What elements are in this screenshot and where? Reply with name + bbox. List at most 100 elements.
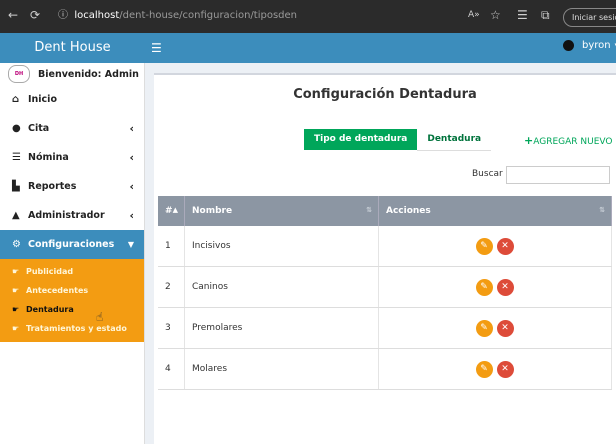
welcome-text: Bienvenido: Admin — [38, 68, 139, 80]
teeth-table: # ▲ Nombre ⇅ Acciones ⇅ 1 Incisivos ✎ ✕ 2 Ca… — [158, 196, 612, 390]
table-row: 4 Molares ✎ ✕ — [158, 348, 612, 390]
table-row: 2 Caninos ✎ ✕ — [158, 266, 612, 308]
sort-icon: ⇅ — [366, 206, 372, 214]
info-icon: ⓘ — [58, 10, 68, 21]
sidebar-item-cita[interactable]: ● Cita ‹ — [0, 114, 144, 143]
favorite-icon[interactable]: ☆ — [490, 8, 501, 22]
chevron-left-icon: ‹ — [129, 180, 134, 193]
row-actions: ✎ ✕ — [378, 266, 612, 308]
row-actions: ✎ ✕ — [378, 348, 612, 390]
back-arrow-icon[interactable]: ← — [8, 8, 18, 22]
submenu-item-label: Dentadura — [26, 305, 74, 314]
column-header-acciones[interactable]: Acciones ⇅ — [378, 196, 612, 226]
submenu-item-label: Publicidad — [26, 267, 74, 276]
sidebar-item-label: Nómina — [28, 152, 69, 163]
reload-icon[interactable]: ⟳ — [30, 8, 40, 22]
delete-button[interactable]: ✕ — [496, 360, 514, 378]
delete-button[interactable]: ✕ — [496, 278, 514, 296]
row-name: Molares — [184, 348, 379, 390]
row-number: 3 — [158, 307, 185, 349]
row-name: Premolares — [184, 307, 379, 349]
mouse-cursor-icon: ☝ — [96, 310, 104, 324]
chevron-left-icon: ‹ — [129, 209, 134, 222]
table-row: 3 Premolares ✎ ✕ — [158, 307, 612, 349]
sidebar-item-label: Cita — [28, 123, 50, 134]
sidebar-item-label: Inicio — [28, 94, 57, 105]
url-host: localhost — [74, 10, 120, 21]
home-icon: ⌂ — [12, 94, 20, 105]
collections-icon[interactable]: ⧉ — [541, 8, 550, 23]
favorites-list-icon[interactable]: ☰ — [517, 8, 528, 22]
main-content: Configuración Dentadura Tipo de dentadur… — [145, 63, 616, 446]
submenu-item-tratamientos[interactable]: ☛ Tratamientos y estado — [0, 319, 144, 338]
edit-button[interactable]: ✎ — [475, 319, 493, 337]
submenu-item-publicidad[interactable]: ☛ Publicidad — [0, 262, 144, 281]
user-menu[interactable]: byron ▼ — [562, 40, 616, 51]
sidebar-item-nomina[interactable]: ☰ Nómina ‹ — [0, 143, 144, 172]
delete-button[interactable]: ✕ — [496, 237, 514, 255]
row-actions: ✎ ✕ — [378, 226, 612, 267]
hand-pointer-icon: ☛ — [12, 286, 20, 295]
brand-logo[interactable]: Dent House — [0, 33, 145, 63]
row-number: 2 — [158, 266, 185, 308]
sidebar-item-label: Configuraciones — [28, 239, 115, 250]
user-avatar-icon — [562, 40, 574, 51]
hand-pointer-icon: ☛ — [12, 324, 20, 333]
edit-button[interactable]: ✎ — [475, 237, 493, 255]
sidebar-welcome: DH Bienvenido: Admin — [0, 63, 144, 85]
delete-button[interactable]: ✕ — [496, 319, 514, 337]
add-new-label: AGREGAR NUEVO — [533, 137, 613, 147]
gears-icon: ⚙ — [12, 239, 21, 250]
sidebar-item-inicio[interactable]: ⌂ Inicio — [0, 85, 144, 114]
clock-icon: ● — [12, 123, 21, 134]
sidebar: DH Bienvenido: Admin ⌂ Inicio ● Cita ‹ ☰… — [0, 63, 145, 444]
read-aloud-icon[interactable]: A» — [468, 10, 480, 20]
column-header-number[interactable]: # ▲ — [158, 196, 185, 226]
sort-asc-icon: ▲ — [172, 206, 178, 214]
sidebar-item-reportes[interactable]: ▙ Reportes ‹ — [0, 172, 144, 201]
page-title: Configuración Dentadura — [293, 87, 477, 102]
address-bar[interactable]: ⓘ localhost/dent-house/configuracion/tip… — [58, 6, 514, 26]
add-new-button[interactable]: +AGREGAR NUEVO — [524, 134, 612, 147]
user-name: byron — [581, 40, 611, 51]
search-label: Buscar — [472, 169, 503, 179]
signin-button[interactable]: Iniciar sesión — [563, 8, 616, 27]
edit-button[interactable]: ✎ — [475, 278, 493, 296]
submenu-item-label: Tratamientos y estado — [26, 324, 127, 333]
configuraciones-submenu: ☛ Publicidad ☛ Antecedentes ☛ Dentadura … — [0, 259, 144, 342]
edit-button[interactable]: ✎ — [475, 360, 493, 378]
sidebar-item-label: Administrador — [28, 210, 105, 221]
top-navbar: ☰ byron ▼ — [145, 33, 616, 63]
tab-tipo-de-dentadura[interactable]: Tipo de dentadura — [304, 129, 418, 150]
chevron-down-icon: ▼ — [127, 240, 134, 249]
submenu-item-antecedentes[interactable]: ☛ Antecedentes — [0, 281, 144, 300]
chevron-left-icon: ‹ — [129, 122, 134, 135]
browser-toolbar: ← ⟳ ⓘ localhost/dent-house/configuracion… — [0, 0, 616, 33]
hand-pointer-icon: ☛ — [12, 305, 20, 314]
table-row: 1 Incisivos ✎ ✕ — [158, 226, 612, 267]
plus-icon: + — [524, 134, 534, 147]
submenu-item-label: Antecedentes — [26, 286, 89, 295]
search-input[interactable] — [506, 166, 610, 184]
submenu-item-dentadura[interactable]: ☛ Dentadura — [0, 300, 144, 319]
content-box: Configuración Dentadura Tipo de dentadur… — [154, 73, 616, 446]
sidebar-item-label: Reportes — [28, 181, 77, 192]
chevron-left-icon: ‹ — [129, 151, 134, 164]
url-path: /dent-house/configuracion/tiposden — [119, 10, 298, 21]
sort-icon: ⇅ — [599, 206, 605, 214]
lock-icon: ▲ — [12, 210, 20, 221]
table-header-row: # ▲ Nombre ⇅ Acciones ⇅ — [158, 196, 612, 226]
sidebar-item-configuraciones[interactable]: ⚙ Configuraciones ▼ — [0, 230, 144, 259]
tab-dentadura[interactable]: Dentadura — [417, 129, 492, 151]
row-number: 4 — [158, 348, 185, 390]
clinic-logo-icon: DH — [8, 65, 30, 83]
hamburger-menu-icon[interactable]: ☰ — [151, 41, 162, 55]
hand-pointer-icon: ☛ — [12, 267, 20, 276]
list-icon: ☰ — [12, 152, 21, 163]
column-header-nombre[interactable]: Nombre ⇅ — [184, 196, 379, 226]
row-name: Caninos — [184, 266, 379, 308]
sidebar-item-administrador[interactable]: ▲ Administrador ‹ — [0, 201, 144, 230]
report-icon: ▙ — [12, 181, 20, 192]
row-number: 1 — [158, 226, 185, 267]
row-actions: ✎ ✕ — [378, 307, 612, 349]
